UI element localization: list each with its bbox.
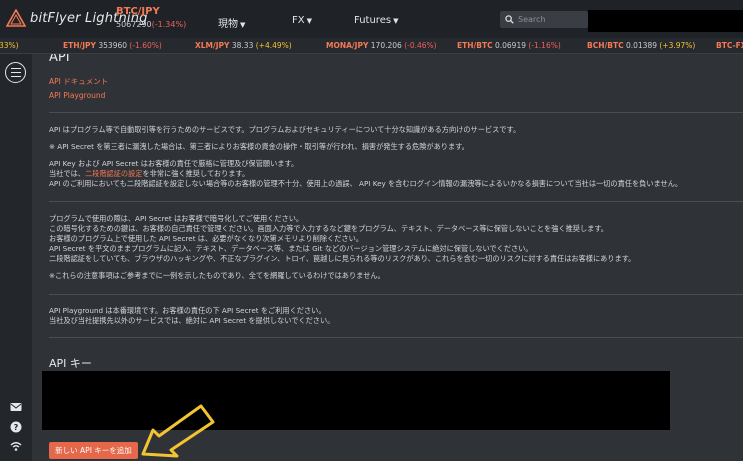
- top-bar: bitFlyer Lightning BTC/JPY 5067290(-1.34…: [0, 0, 743, 38]
- usage-text: お客様のプログラム上で使用した API Secret は、必要がなくなり次第メモ…: [49, 234, 363, 243]
- chevron-down-icon: ▼: [393, 17, 399, 25]
- redacted-account-area: [588, 10, 743, 32]
- add-api-key-button[interactable]: 新しい API キーを追加: [49, 442, 138, 459]
- ticker-item[interactable]: MONA/JPY 170.206 (-0.46%): [326, 41, 437, 50]
- nav-spot[interactable]: 現物 ▼: [218, 15, 245, 30]
- text-segment: 当社では、: [49, 169, 85, 178]
- ticker-item[interactable]: BTC-FX: [716, 41, 743, 50]
- ticker-change: (-0.46%): [404, 41, 437, 50]
- usage-text: 二段階認証をしていても、ブラウザのハッキングや、不正なプラグイン、トロイ、罠越し…: [49, 254, 636, 263]
- ticker-change: (+3.97%): [659, 41, 696, 50]
- pair-selector[interactable]: BTC/JPY 5067290(-1.34%): [116, 6, 186, 29]
- ticker-item[interactable]: ETH/BTC 0.06919 (-1.16%): [457, 41, 561, 50]
- wifi-icon[interactable]: [10, 440, 22, 452]
- playground-text: API Playground は本番環境です。お客様の責任の下 API Secr…: [49, 306, 326, 315]
- nav-fx-label: FX: [292, 15, 305, 26]
- ticker-value: 0.01389: [625, 41, 657, 50]
- ticker-symbol: ETH/JPY: [63, 41, 96, 50]
- api-page-content: API API ドキュメント API Playground API はプログラム…: [32, 54, 743, 461]
- ticker-change: 33%): [0, 41, 19, 50]
- ticker-item[interactable]: XLM/JPY 38.33 (+4.49%): [195, 41, 292, 50]
- ticker-value: 0.06919: [494, 41, 526, 50]
- price-change: (-1.34%): [151, 20, 187, 29]
- divider: [49, 294, 743, 295]
- ticker-change: (+4.49%): [255, 41, 292, 50]
- api-documentation-link[interactable]: API ドキュメント: [49, 76, 108, 87]
- page-title: API: [49, 54, 70, 65]
- key-management-text: API Key および API Secret はお客様の責任で厳格に管理及び保管…: [49, 159, 299, 168]
- redacted-api-key-area: [42, 371, 670, 430]
- pair-name: BTC/JPY: [116, 6, 160, 17]
- help-icon[interactable]: ?: [10, 421, 22, 433]
- search-icon: [505, 15, 514, 24]
- intro-text: API はプログラム等で自動取引等を行うためのサービスです。プログラムおよびセキ…: [49, 125, 521, 134]
- ticker-item[interactable]: 33%): [0, 41, 19, 50]
- ticker-value: 38.33: [231, 41, 254, 50]
- search-input[interactable]: [518, 15, 588, 24]
- ticker-item[interactable]: ETH/JPY 353960 (-1.60%): [63, 41, 162, 50]
- ticker-symbol: MONA/JPY: [326, 41, 369, 50]
- search-box[interactable]: [500, 11, 588, 28]
- price-ticker: 33%) ETH/JPY 353960 (-1.60%) XLM/JPY 38.…: [0, 38, 743, 54]
- usage-text: API Secret を平文のままプログラムに記入、テキスト、データベース等、ま…: [49, 244, 533, 253]
- nav-futures-label: Futures: [354, 15, 392, 26]
- ticker-value: 170.206: [370, 41, 402, 50]
- api-playground-link[interactable]: API Playground: [49, 91, 105, 100]
- playground-text: 当社及び当社提携先以外のサービスでは、絶対に API Secret を提供しない…: [49, 316, 335, 325]
- divider: [49, 337, 743, 338]
- ticker-symbol: XLM/JPY: [195, 41, 230, 50]
- text-segment: を非常に強く推奨しております。: [142, 169, 250, 178]
- ticker-change: (-1.16%): [528, 41, 561, 50]
- ticker-symbol: ETH/BTC: [457, 41, 493, 50]
- pair-price: 5067290(-1.34%): [116, 20, 186, 29]
- nav-futures[interactable]: Futures ▼: [354, 15, 398, 26]
- ticker-change: (-1.60%): [129, 41, 162, 50]
- logo-triangle-icon: [6, 9, 26, 27]
- api-key-section-title: API キー: [49, 357, 92, 370]
- ticker-symbol: BTC-FX: [716, 41, 743, 50]
- menu-icon[interactable]: [5, 62, 26, 83]
- liability-text: API のご利用においても二段階認証を設定しない場合等のお客様の管理不十分、使用…: [49, 179, 683, 188]
- chevron-down-icon: ▼: [306, 17, 312, 25]
- sidebar: ?: [0, 54, 32, 461]
- price-value: 5067290: [116, 20, 152, 29]
- divider: [49, 112, 743, 113]
- warning-text: ※ API Secret を第三者に漏洩した場合は、第三者によりお客様の資金の操…: [49, 142, 469, 151]
- divider: [49, 201, 743, 202]
- ticker-item[interactable]: BCH/BTC 0.01389 (+3.97%): [587, 41, 695, 50]
- usage-text: プログラムで使用の際は、API Secret はお客様で暗号化してご使用ください…: [49, 214, 304, 223]
- nav-spot-label: 現物: [218, 19, 238, 30]
- pointer-arrow-icon: [141, 404, 215, 458]
- mail-icon[interactable]: [10, 401, 22, 413]
- chevron-down-icon: ▼: [240, 21, 246, 29]
- ticker-value: 353960: [98, 41, 128, 50]
- usage-text: この暗号化するための鍵は、お客様の自己責任で管理ください。画面入力等で入力するな…: [49, 224, 608, 233]
- ticker-symbol: BCH/BTC: [587, 41, 624, 50]
- two-factor-settings-link[interactable]: 二段階認証の設定: [85, 169, 143, 178]
- two-factor-recommendation: 当社では、二段階認証の設定を非常に強く推奨しております。: [49, 169, 249, 179]
- disclaimer-text: ※これらの注意事項はご参考までに一例を示したものであり、全てを網羅しているわけで…: [49, 271, 385, 280]
- svg-text:?: ?: [14, 423, 19, 432]
- nav-fx[interactable]: FX ▼: [292, 15, 312, 26]
